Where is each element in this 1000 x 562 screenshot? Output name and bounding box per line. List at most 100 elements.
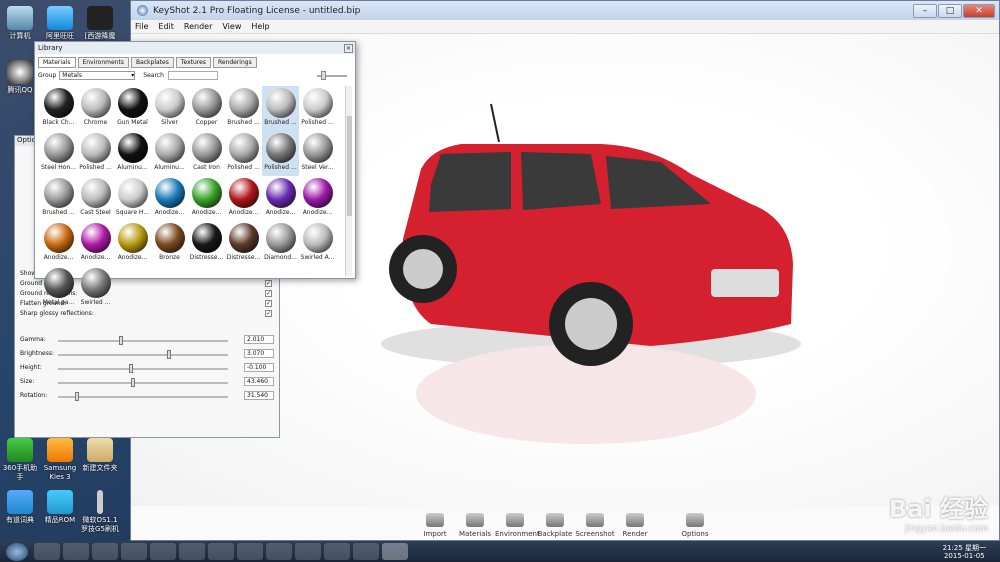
menu-file[interactable]: File [135, 22, 148, 31]
thumbnail-size-slider[interactable] [317, 70, 347, 80]
material-thumbnail[interactable]: Polished ... [225, 131, 262, 176]
material-thumbnail[interactable]: Copper [188, 86, 225, 131]
material-thumbnail[interactable]: Polished ... [262, 131, 299, 176]
checkbox[interactable]: ✓ [265, 300, 272, 307]
material-thumbnail[interactable]: Distresse... [188, 221, 225, 266]
menu-render[interactable]: Render [184, 22, 212, 31]
backplate-button[interactable]: Backplate [535, 513, 575, 538]
tab-environments[interactable]: Environments [77, 57, 129, 68]
material-thumbnail[interactable]: Metal pa... [40, 266, 77, 311]
taskbar-item[interactable] [208, 543, 234, 560]
material-thumbnail[interactable]: Distresse... [225, 221, 262, 266]
menu-edit[interactable]: Edit [158, 22, 174, 31]
render-button[interactable]: Render [615, 513, 655, 538]
material-thumbnail[interactable]: Brushed ... [262, 86, 299, 131]
close-button[interactable]: ✕ [963, 3, 995, 18]
taskbar-item-keyshot[interactable] [382, 543, 408, 560]
option-checkbox-row[interactable]: Sharp glossy reflections: ✓ [20, 310, 272, 317]
value-field[interactable]: -0.100 [244, 363, 274, 372]
material-thumbnail[interactable]: Cast Iron [188, 131, 225, 176]
slider-thumb[interactable] [166, 350, 171, 359]
title-bar[interactable]: KeyShot 2.1 Pro Floating License - untit… [131, 1, 999, 20]
material-thumbnail[interactable]: Anodize... [225, 176, 262, 221]
desktop-icon[interactable]: 360手机助手 [0, 438, 40, 482]
material-thumbnail[interactable]: Chrome [77, 86, 114, 131]
material-thumbnail[interactable]: Steel Hon... [40, 131, 77, 176]
material-thumbnail[interactable]: Steel Ver... [299, 131, 336, 176]
material-thumbnail[interactable]: Anodize... [77, 221, 114, 266]
library-scrollbar[interactable] [345, 86, 352, 276]
system-clock[interactable]: 21:25 星期一 2015-01-05 [943, 544, 1000, 560]
group-select[interactable]: Metals ▾ [59, 71, 136, 80]
taskbar-item[interactable] [353, 543, 379, 560]
checkbox[interactable]: ✓ [265, 290, 272, 297]
taskbar-item[interactable] [266, 543, 292, 560]
material-thumbnail[interactable]: Swirled ... [77, 266, 114, 311]
menu-view[interactable]: View [222, 22, 241, 31]
material-thumbnail[interactable]: Anodize... [299, 176, 336, 221]
desktop-icon[interactable]: 有道词典 [0, 490, 40, 525]
material-thumbnail[interactable]: Swirled A... [299, 221, 336, 266]
desktop-icon[interactable]: 微软OS1.1 罗技G5刷机 [80, 490, 120, 534]
checkbox[interactable]: ✓ [265, 280, 272, 287]
material-thumbnail[interactable]: Gun Metal [114, 86, 151, 131]
material-thumbnail[interactable]: Anodize... [40, 221, 77, 266]
slider-thumb[interactable] [131, 378, 136, 387]
maximize-button[interactable]: □ [938, 3, 962, 18]
material-thumbnail[interactable]: Anodize... [188, 176, 225, 221]
slider-track[interactable] [58, 382, 228, 384]
slider-thumb[interactable] [119, 336, 124, 345]
search-input[interactable] [167, 71, 218, 80]
desktop-icon[interactable]: 新建文件夹 [80, 438, 120, 473]
start-button[interactable] [6, 542, 28, 561]
material-thumbnail[interactable]: Brushed ... [225, 86, 262, 131]
material-thumbnail[interactable]: Anodize... [151, 176, 188, 221]
material-thumbnail[interactable]: Aluminu... [151, 131, 188, 176]
material-thumbnail[interactable]: Anodize... [114, 221, 151, 266]
taskbar-item[interactable] [179, 543, 205, 560]
tab-renderings[interactable]: Renderings [212, 57, 257, 68]
taskbar-item[interactable] [324, 543, 350, 560]
slider-thumb[interactable] [129, 364, 134, 373]
menu-help[interactable]: Help [251, 22, 269, 31]
material-thumbnail[interactable]: Cast Steel [77, 176, 114, 221]
taskbar-item[interactable] [121, 543, 147, 560]
materials-button[interactable]: Materials [455, 513, 495, 538]
material-thumbnail[interactable]: Black Ch... [40, 86, 77, 131]
material-thumbnail[interactable]: Diamond... [262, 221, 299, 266]
slider-track[interactable] [58, 354, 228, 356]
material-thumbnail[interactable]: Anodize... [262, 176, 299, 221]
taskbar-item[interactable] [150, 543, 176, 560]
minimize-button[interactable]: – [913, 3, 937, 18]
material-thumbnail[interactable]: Brushed ... [40, 176, 77, 221]
environment-button[interactable]: Environment [495, 513, 540, 538]
desktop-icon[interactable]: Samsung Kies 3 [40, 438, 80, 482]
slider-track[interactable] [58, 396, 228, 398]
material-thumbnail[interactable]: Square H... [114, 176, 151, 221]
options-button[interactable]: Options [675, 513, 715, 538]
checkbox[interactable]: ✓ [265, 310, 272, 317]
tab-textures[interactable]: Textures [175, 57, 211, 68]
value-field[interactable]: 2.010 [244, 335, 274, 344]
taskbar-item[interactable] [237, 543, 263, 560]
desktop-icon[interactable]: 阿里旺旺 [40, 6, 80, 41]
value-field[interactable]: 43.460 [244, 377, 274, 386]
tab-materials[interactable]: Materials [38, 57, 76, 68]
screenshot-button[interactable]: Screenshot [575, 513, 615, 538]
material-thumbnail[interactable]: Polished ... [299, 86, 336, 131]
value-field[interactable]: 3.070 [244, 349, 274, 358]
desktop-icon[interactable]: 计算机 [0, 6, 40, 41]
taskbar-item[interactable] [92, 543, 118, 560]
library-titlebar[interactable]: Library × [35, 42, 355, 54]
tab-backplates[interactable]: Backplates [130, 57, 174, 68]
material-thumbnail[interactable]: Silver [151, 86, 188, 131]
close-icon[interactable]: × [344, 43, 353, 53]
import-button[interactable]: Import [415, 513, 455, 538]
slider-track[interactable] [58, 368, 228, 370]
material-thumbnail[interactable]: Bronze [151, 221, 188, 266]
material-thumbnail[interactable]: Polished ... [77, 131, 114, 176]
value-field[interactable]: 31.540 [244, 391, 274, 400]
slider-thumb[interactable] [75, 392, 79, 401]
taskbar-item[interactable] [295, 543, 321, 560]
taskbar-item[interactable] [63, 543, 89, 560]
